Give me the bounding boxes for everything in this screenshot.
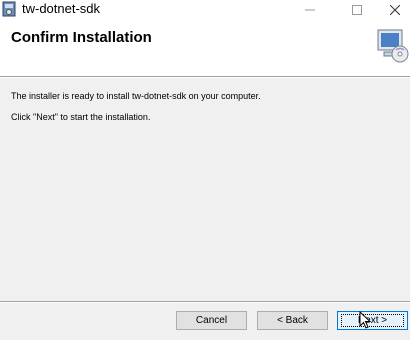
computer-cd-icon xyxy=(377,29,409,63)
window-title: tw-dotnet-sdk xyxy=(22,1,101,16)
footer-divider xyxy=(0,301,410,303)
minimize-button[interactable] xyxy=(290,0,330,20)
header-divider xyxy=(0,76,410,78)
wizard-header: Confirm Installation xyxy=(0,20,410,76)
maximize-button[interactable] xyxy=(337,0,377,20)
installer-icon xyxy=(2,1,16,17)
minimize-icon xyxy=(305,9,315,11)
ready-message: The installer is ready to install tw-dot… xyxy=(11,91,261,101)
cancel-button[interactable]: Cancel xyxy=(176,311,247,330)
instruction-message: Click "Next" to start the installation. xyxy=(11,112,151,122)
back-button[interactable]: < Back xyxy=(257,311,328,330)
focus-rectangle xyxy=(341,314,404,327)
page-title: Confirm Installation xyxy=(11,29,152,46)
title-bar: tw-dotnet-sdk xyxy=(0,0,410,20)
next-button[interactable]: Next > xyxy=(337,311,408,330)
close-button[interactable] xyxy=(380,0,410,20)
close-icon xyxy=(390,5,400,15)
maximize-icon xyxy=(352,5,362,15)
mouse-cursor-icon xyxy=(359,311,371,329)
